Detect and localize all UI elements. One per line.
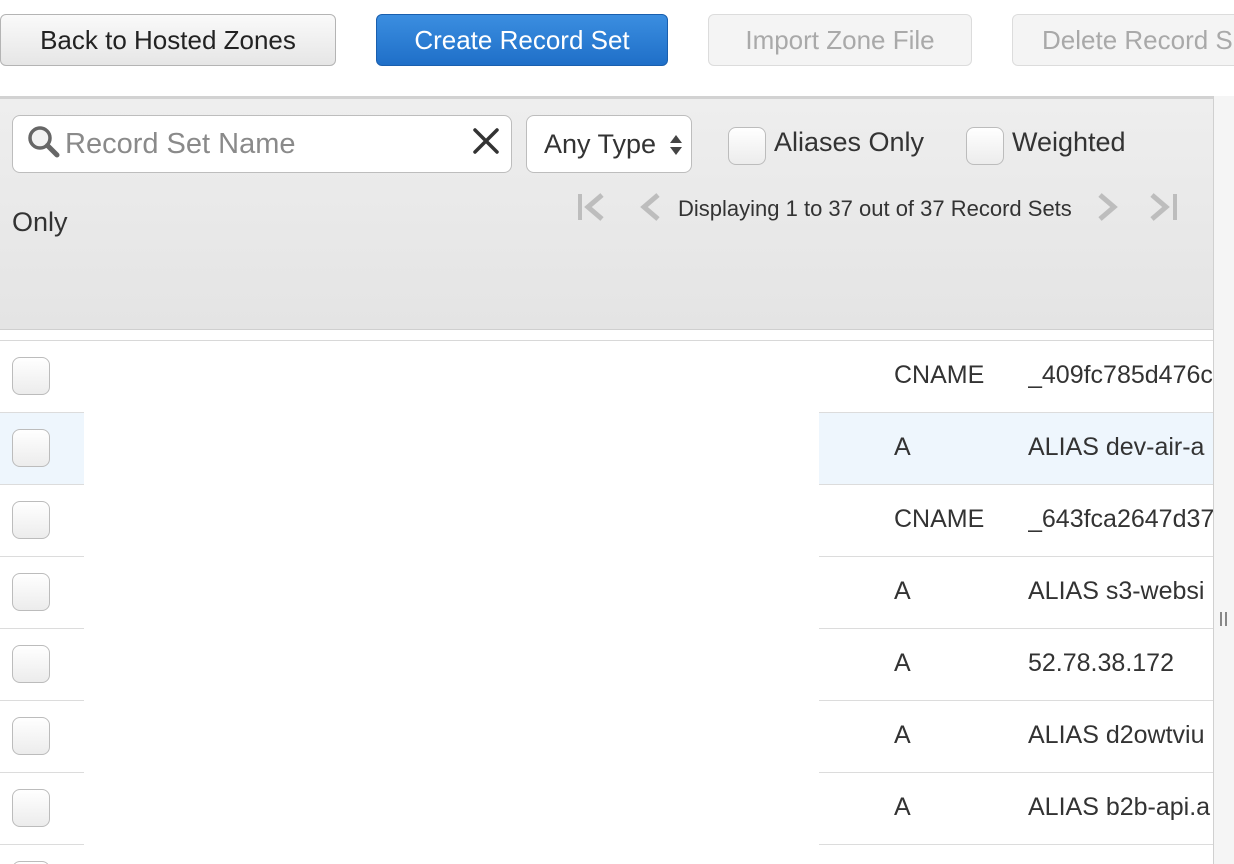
- last-page-icon[interactable]: [1146, 191, 1182, 223]
- record-type: A: [894, 433, 911, 461]
- redacted-area: [84, 701, 819, 773]
- next-page-icon[interactable]: [1094, 191, 1122, 223]
- first-page-icon[interactable]: [576, 191, 610, 223]
- pager-status: Displaying 1 to 37 out of 37 Record Sets: [678, 196, 1072, 221]
- redacted-area: [84, 773, 819, 845]
- row-checkbox[interactable]: [12, 429, 50, 467]
- table-row[interactable]: A ALIAS s3-websi: [0, 557, 1213, 629]
- previous-page-icon[interactable]: [636, 191, 664, 223]
- record-value: 52.78.38.172: [1028, 649, 1174, 677]
- weighted-only-label: Weighted: [1012, 127, 1126, 157]
- record-set-table: CNAME _409fc785d476c A ALIAS dev-air-a C…: [0, 340, 1213, 864]
- redacted-area: [84, 485, 819, 557]
- record-value: ALIAS b2b-api.a: [1028, 793, 1211, 821]
- weighted-only-label-wrap: Only: [12, 207, 68, 237]
- weighted-only-checkbox[interactable]: [966, 127, 1004, 165]
- record-set-name-input[interactable]: [65, 124, 455, 164]
- back-to-hosted-zones-button[interactable]: Back to Hosted Zones: [0, 14, 336, 66]
- table-row[interactable]: CNAME _643fca2647d37: [0, 485, 1213, 557]
- row-checkbox[interactable]: [12, 357, 50, 395]
- import-zone-file-button[interactable]: Import Zone File: [708, 14, 972, 66]
- vertical-scrollbar[interactable]: [1213, 96, 1234, 864]
- record-value: ALIAS d2owtviu: [1028, 721, 1205, 749]
- aliases-only-checkbox[interactable]: [728, 127, 766, 165]
- create-record-set-button[interactable]: Create Record Set: [376, 14, 668, 66]
- redacted-area: [84, 629, 819, 701]
- filter-panel: Any Type Aliases Only Weighted Only Disp…: [0, 96, 1213, 330]
- table-row[interactable]: [0, 845, 1213, 864]
- resize-grip-icon[interactable]: [1220, 612, 1228, 626]
- table-row[interactable]: A ALIAS b2b-api.a: [0, 773, 1213, 845]
- row-checkbox[interactable]: [12, 789, 50, 827]
- record-type: CNAME: [894, 361, 985, 389]
- delete-record-set-button[interactable]: Delete Record S: [1012, 14, 1234, 66]
- redacted-area: [84, 413, 819, 485]
- row-checkbox[interactable]: [12, 501, 50, 539]
- record-type: CNAME: [894, 505, 985, 533]
- table-row[interactable]: CNAME _409fc785d476c: [0, 341, 1213, 413]
- record-type-select-value: Any Type: [544, 128, 657, 159]
- record-type-select[interactable]: Any Type: [526, 115, 692, 173]
- record-type: A: [894, 721, 911, 749]
- clear-icon[interactable]: [471, 126, 501, 156]
- table-row[interactable]: A 52.78.38.172: [0, 629, 1213, 701]
- record-value: _643fca2647d37: [1028, 505, 1213, 533]
- redacted-area: [84, 341, 819, 413]
- search-icon: [28, 126, 60, 158]
- aliases-only-label: Aliases Only: [774, 127, 925, 157]
- table-row[interactable]: A ALIAS d2owtviu: [0, 701, 1213, 773]
- record-type: A: [894, 577, 911, 605]
- redacted-area: [84, 557, 819, 629]
- record-value: ALIAS dev-air-a: [1028, 433, 1205, 461]
- record-type: A: [894, 793, 911, 821]
- row-checkbox[interactable]: [12, 717, 50, 755]
- record-type: A: [894, 649, 911, 677]
- row-checkbox[interactable]: [12, 573, 50, 611]
- record-value: _409fc785d476c: [1028, 361, 1213, 389]
- search-box[interactable]: [12, 115, 512, 173]
- record-value: ALIAS s3-websi: [1028, 577, 1205, 605]
- toolbar: Back to Hosted Zones Create Record Set I…: [0, 0, 1234, 96]
- updown-arrow-icon: [670, 135, 682, 155]
- table-row[interactable]: A ALIAS dev-air-a: [0, 413, 1213, 485]
- row-checkbox[interactable]: [12, 645, 50, 683]
